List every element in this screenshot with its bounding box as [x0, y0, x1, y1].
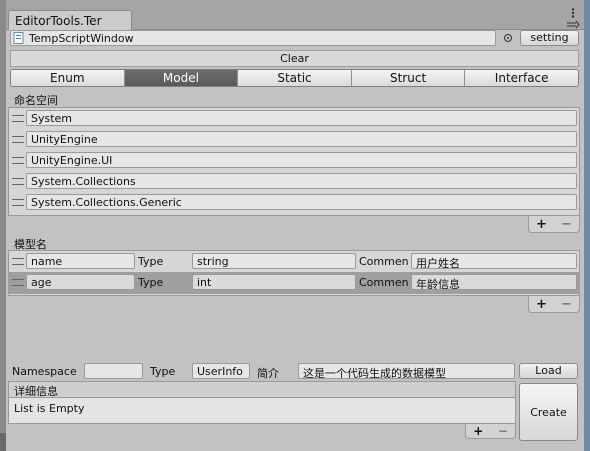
maximize-icon[interactable]	[566, 19, 580, 29]
field-comment-input[interactable]: 年龄信息	[411, 274, 577, 290]
field-type-input[interactable]: string	[192, 253, 356, 269]
namespace-input[interactable]	[84, 363, 143, 379]
tab-interface[interactable]: Interface	[465, 70, 578, 86]
window-tab-title: EditorTools.Ter	[15, 14, 102, 28]
class-type-value: UserInfo	[197, 365, 243, 378]
drag-handle-icon[interactable]	[12, 279, 24, 286]
details-title: 详细信息	[14, 385, 58, 398]
tab-struct[interactable]: Struct	[351, 70, 466, 86]
drag-handle-icon[interactable]	[12, 258, 24, 265]
drag-handle-icon[interactable]	[12, 136, 24, 143]
csharp-script-icon	[13, 32, 25, 44]
namespace-item-text: System.Collections	[31, 175, 136, 188]
load-button-label: Load	[535, 364, 562, 377]
intro-input-value: 这是一个代码生成的数据模型	[303, 367, 446, 379]
load-button[interactable]: Load	[519, 363, 578, 379]
script-field-value: TempScriptWindow	[29, 32, 134, 45]
field-name-value: name	[31, 255, 63, 268]
comment-label: Commen	[359, 255, 409, 268]
field-type-value: string	[197, 255, 229, 268]
create-button[interactable]: Create	[519, 383, 578, 441]
namespace-add-remove: + −	[528, 216, 580, 233]
field-name-input[interactable]: name	[26, 253, 135, 269]
type-label: Type	[138, 276, 164, 289]
type-label: Type	[150, 365, 176, 378]
details-empty-text: List is Empty	[14, 402, 85, 415]
desktop-right-edge	[584, 0, 590, 451]
setting-button[interactable]: setting	[520, 30, 579, 46]
script-object-field[interactable]: TempScriptWindow	[10, 30, 496, 46]
details-list: List is Empty	[8, 398, 516, 424]
drag-handle-icon[interactable]	[12, 115, 24, 122]
drag-handle-icon[interactable]	[12, 199, 24, 206]
object-picker-icon[interactable]	[503, 33, 513, 43]
add-detail-button[interactable]: +	[473, 424, 483, 438]
intro-label: 简介	[257, 367, 279, 380]
type-label: Type	[138, 255, 164, 268]
details-add-remove: + −	[465, 424, 516, 439]
tab-enum[interactable]: Enum	[11, 70, 125, 86]
field-name-input[interactable]: age	[26, 274, 135, 290]
namespace-item[interactable]: UnityEngine.UI	[26, 152, 577, 168]
remove-field-button[interactable]: −	[561, 297, 572, 312]
drag-handle-icon[interactable]	[12, 178, 24, 185]
namespace-item[interactable]: System.Collections	[26, 173, 577, 189]
add-namespace-button[interactable]: +	[536, 217, 547, 232]
intro-input[interactable]: 这是一个代码生成的数据模型	[298, 363, 515, 379]
namespaces-title: 命名空间	[14, 94, 58, 107]
add-field-button[interactable]: +	[536, 297, 547, 312]
remove-detail-button[interactable]: −	[498, 424, 508, 438]
clear-button[interactable]: Clear	[10, 50, 579, 67]
details-header: 详细信息	[8, 381, 516, 398]
model-add-remove: + −	[528, 296, 580, 313]
clear-button-label: Clear	[280, 52, 309, 65]
namespace-item[interactable]: System	[26, 110, 577, 126]
field-type-value: int	[197, 276, 212, 289]
field-type-input[interactable]: int	[192, 274, 356, 290]
field-name-value: age	[31, 276, 52, 289]
field-comment-value: 年龄信息	[416, 278, 460, 290]
namespace-label: Namespace	[12, 365, 77, 378]
field-comment-value: 用户姓名	[416, 257, 460, 269]
tab-static[interactable]: Static	[238, 70, 352, 86]
remove-namespace-button[interactable]: −	[561, 217, 572, 232]
comment-label: Commen	[359, 276, 409, 289]
namespace-item-text: System	[31, 112, 73, 125]
namespace-item-text: System.Collections.Generic	[31, 196, 182, 209]
namespace-item[interactable]: System.Collections.Generic	[26, 194, 577, 210]
namespace-item-text: UnityEngine	[31, 133, 98, 146]
mode-tabs: Enum Model Static Struct Interface	[10, 69, 579, 87]
window-tab[interactable]: EditorTools.Ter	[8, 10, 132, 30]
create-button-label: Create	[530, 406, 567, 419]
kebab-menu-icon[interactable]	[568, 8, 578, 18]
field-comment-input[interactable]: 用户姓名	[411, 253, 577, 269]
setting-button-label: setting	[530, 31, 569, 44]
namespace-item-text: UnityEngine.UI	[31, 154, 113, 167]
namespace-item[interactable]: UnityEngine	[26, 131, 577, 147]
class-type-input[interactable]: UserInfo	[192, 363, 250, 379]
drag-handle-icon[interactable]	[12, 157, 24, 164]
tab-model[interactable]: Model	[124, 70, 239, 86]
